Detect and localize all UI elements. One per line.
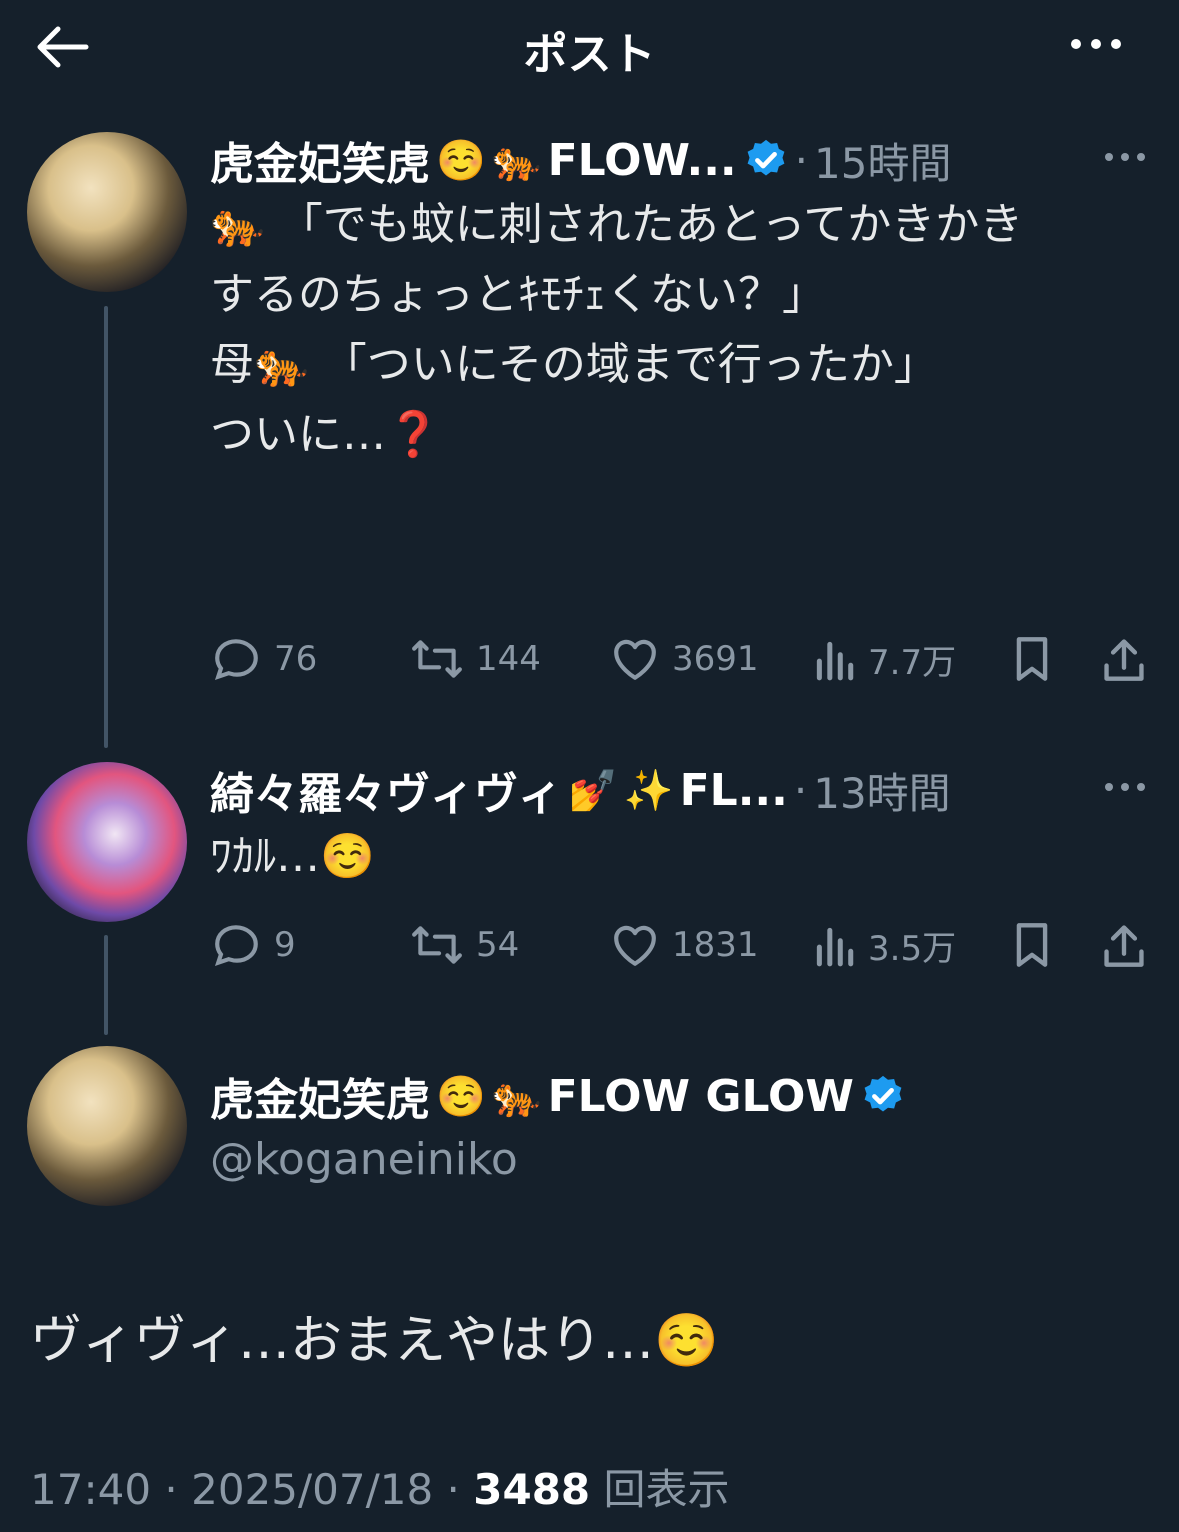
display-name-suffix[interactable]: FL...	[680, 765, 788, 816]
views-button[interactable]: 3.5万	[812, 920, 956, 970]
post-time[interactable]: 13時間	[813, 760, 950, 821]
share-button[interactable]	[1100, 920, 1148, 970]
post-time: 17:40	[30, 1465, 152, 1514]
bookmark-icon	[1016, 637, 1048, 681]
page-title: ポスト	[523, 29, 656, 80]
views-count: 3488	[473, 1465, 591, 1514]
more-icon	[1071, 39, 1121, 49]
display-name[interactable]: 綺々羅々ヴィヴィ	[210, 758, 562, 822]
views-icon	[816, 927, 854, 967]
bookmark-button[interactable]	[1012, 920, 1052, 970]
repost-icon	[412, 640, 462, 678]
user-handle[interactable]: @koganeiniko	[210, 1134, 518, 1185]
reply-button[interactable]: 9	[212, 920, 296, 970]
post-header: 虎金妃笑虎 ☺️ 🐅 FLOW... · 15時間	[210, 128, 951, 192]
repost-button[interactable]: 54	[410, 920, 519, 970]
like-icon	[614, 639, 656, 680]
like-button[interactable]: 1831	[610, 920, 759, 970]
main-post-text: ヴィヴィ…おまえやはり…☺️	[30, 1311, 719, 1371]
bookmark-button[interactable]	[1012, 634, 1052, 684]
avatar[interactable]	[27, 1046, 187, 1206]
post-date: 2025/07/18	[191, 1465, 434, 1514]
verified-icon	[864, 1075, 902, 1112]
display-name-suffix[interactable]: FLOW GLOW	[548, 1071, 854, 1122]
repost-button[interactable]: 144	[410, 634, 541, 684]
post-more-button[interactable]	[1100, 142, 1150, 172]
post-header: 虎金妃笑虎 ☺️ 🐅 FLOW GLOW	[210, 1064, 906, 1128]
display-name[interactable]: 虎金妃笑虎	[210, 128, 430, 192]
like-button[interactable]: 3691	[610, 634, 759, 684]
avatar[interactable]	[27, 762, 187, 922]
verified-icon	[747, 139, 785, 176]
post-meta: 17:40 · 2025/07/18 · 3488 回表示	[30, 1465, 730, 1514]
share-icon	[1104, 639, 1144, 681]
like-icon	[614, 925, 656, 966]
share-icon	[1104, 925, 1144, 967]
more-options-button[interactable]	[1064, 24, 1128, 64]
thread-line	[104, 306, 108, 748]
post-time[interactable]: 15時間	[814, 130, 951, 191]
more-icon	[1105, 783, 1145, 791]
share-button[interactable]	[1100, 634, 1148, 684]
reply-icon	[214, 639, 258, 681]
views-button[interactable]: 7.7万	[812, 634, 956, 684]
post-text: ﾜｶﾙ…☺️	[210, 831, 375, 882]
more-icon	[1105, 153, 1145, 161]
display-name-suffix[interactable]: FLOW...	[548, 135, 737, 186]
views-icon	[816, 641, 854, 681]
display-name[interactable]: 虎金妃笑虎	[210, 1064, 430, 1128]
avatar[interactable]	[27, 132, 187, 292]
reply-button[interactable]: 76	[212, 634, 317, 684]
post-text: 🐅 「でも蚊に刺されたあとってかきかき するのちょっとｷﾓﾁｪくない？」 母🐅 …	[210, 199, 1024, 460]
reply-icon	[214, 925, 258, 967]
post-more-button[interactable]	[1100, 772, 1150, 802]
repost-icon	[412, 926, 462, 964]
post-header: 綺々羅々ヴィヴィ 💅 ✨ FL... · 13時間	[210, 758, 951, 822]
bookmark-icon	[1016, 923, 1048, 967]
views-label: 回表示	[603, 1465, 730, 1514]
thread-line	[104, 935, 108, 1035]
